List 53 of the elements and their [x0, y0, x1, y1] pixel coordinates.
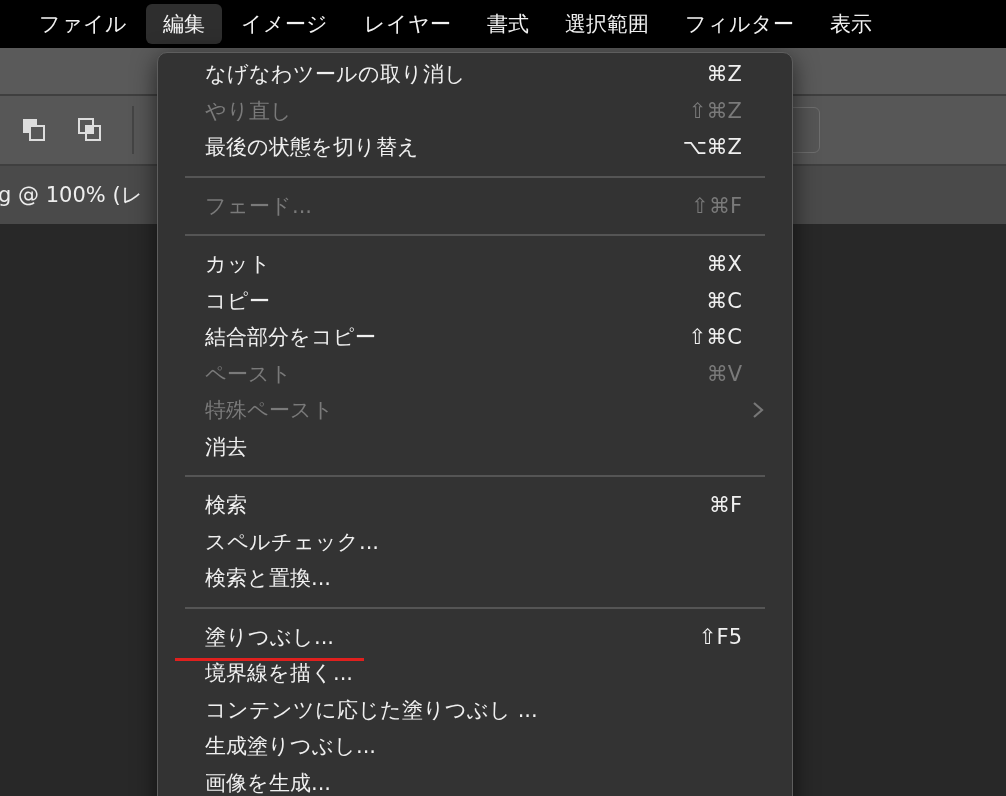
menu-item[interactable]: 塗りつぶし... ⇧F5: [158, 618, 792, 655]
menu-bar-item[interactable]: ファイル: [22, 4, 144, 44]
menu-item[interactable]: 最後の状態を切り替え ⌥⌘Z: [158, 129, 792, 166]
menu-bar-item[interactable]: イメージ: [224, 4, 345, 44]
shortcut-label: ⇧⌘C: [688, 325, 742, 350]
menu-item[interactable]: 結合部分をコピー ⇧⌘C: [158, 319, 792, 356]
menu-item-label: やり直し: [205, 97, 292, 125]
menu-bar-item[interactable]: 選択範囲: [548, 4, 666, 44]
menu-bar-item[interactable]: 表示: [813, 4, 889, 44]
menu-item[interactable]: 画像を生成...: [158, 764, 792, 796]
menu-item-label: ペースト: [205, 360, 292, 388]
shortcut-label: ⇧⌘Z: [689, 98, 742, 123]
menu-item[interactable]: コンテンツに応じた塗りつぶし ...: [158, 691, 792, 728]
menu-item[interactable]: コピー ⌘C: [158, 282, 792, 319]
menu-bar-item[interactable]: 編集: [146, 4, 222, 44]
menu-item-label: フェード...: [205, 192, 313, 220]
menu-item-label: 境界線を描く...: [205, 660, 354, 688]
menu-item[interactable]: 消去: [158, 428, 792, 465]
shortcut-label: ⌥⌘Z: [682, 135, 742, 160]
menu-item-label: 検索と置換...: [205, 565, 332, 593]
stacked-squares-icon[interactable]: [76, 116, 104, 144]
document-tab[interactable]: g @ 100% (レ: [0, 181, 143, 209]
menu-item-label: スペルチェック...: [205, 528, 380, 556]
menu-item-label: コンテンツに応じた塗りつぶし ...: [205, 696, 538, 724]
menu-item-label: カット: [205, 251, 271, 279]
menu-item-label: 生成塗りつぶし...: [205, 733, 377, 761]
menu-item[interactable]: 検索 ⌘F: [158, 487, 792, 524]
menu-bar-item[interactable]: フィルター: [668, 4, 811, 44]
menu-item-label: 検索: [205, 492, 247, 520]
shortcut-label: ⌘F: [708, 493, 742, 518]
menu-bar-item[interactable]: レイヤー: [347, 4, 468, 44]
menu-item-label: コピー: [205, 287, 270, 315]
menu-item[interactable]: カット ⌘X: [158, 246, 792, 283]
menu-item[interactable]: 境界線を描く...: [158, 655, 792, 692]
shortcut-label: ⌘X: [706, 252, 742, 277]
menu-bar-item[interactable]: 書式: [470, 4, 546, 44]
menu-item-label: 最後の状態を切り替え: [205, 134, 419, 162]
menu-item[interactable]: 検索と置換...: [158, 560, 792, 597]
shortcut-label: ⇧⌘F: [691, 193, 742, 218]
shortcut-label: ⌘Z: [706, 62, 742, 87]
menu-item-label: なげなわツールの取り消し: [205, 61, 466, 89]
overlap-squares-icon[interactable]: [20, 116, 48, 144]
menu-item-label: 塗りつぶし...: [205, 622, 335, 651]
menu-item-label: 特殊ペースト: [205, 397, 334, 425]
menu-item-label: 結合部分をコピー: [205, 324, 376, 352]
menu-item[interactable]: スペルチェック...: [158, 523, 792, 560]
shortcut-label: ⇧F5: [698, 624, 742, 649]
shortcut-label: ⌘C: [706, 288, 742, 313]
menu-item-label: 消去: [205, 433, 247, 461]
menu-item[interactable]: 生成塗りつぶし...: [158, 728, 792, 765]
shortcut-label: ⌘V: [706, 361, 742, 386]
chevron-right-icon: [752, 401, 764, 420]
menu-item-label: 画像を生成...: [205, 769, 332, 796]
